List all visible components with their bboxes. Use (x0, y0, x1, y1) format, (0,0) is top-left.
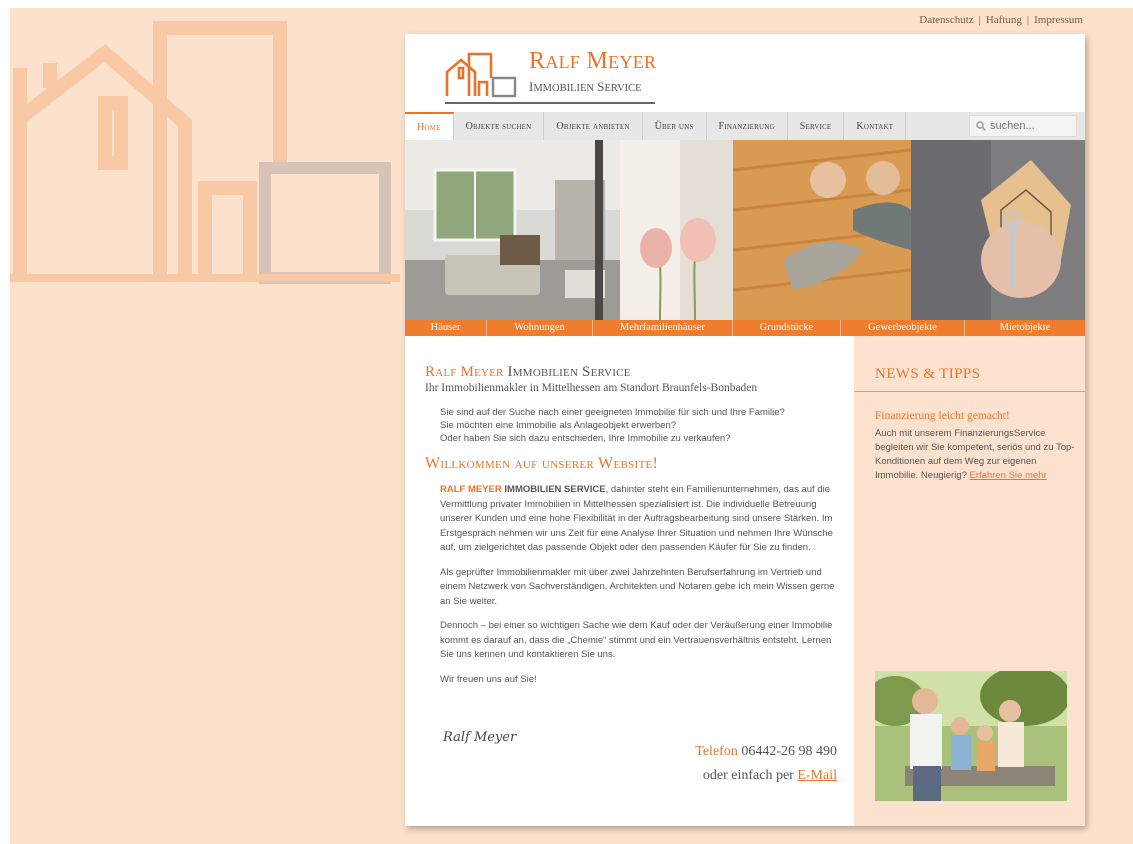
body-text: RALF MEYER IMMOBILIEN SERVICE, dahinter … (440, 483, 840, 687)
nav-home[interactable]: Home (405, 112, 454, 140)
separator: | (978, 14, 981, 26)
main-navigation: Home Objekte suchen Objekte anbieten Übe… (405, 112, 1085, 140)
nav-finanzierung[interactable]: Finanzierung (707, 112, 788, 140)
hero-images (405, 140, 1085, 320)
search-icon (976, 121, 986, 131)
main-content: Ralf Meyer Immobilien Service Ihr Immobi… (425, 364, 845, 697)
logo-underline (445, 102, 655, 104)
email-line: oder einfach per E-Mail (702, 768, 837, 783)
nav-ueber-uns[interactable]: Über uns (643, 112, 707, 140)
category-mietobjekte[interactable]: Mietobjekte (965, 320, 1085, 336)
nav-objekte-anbieten[interactable]: Objekte anbieten (544, 112, 643, 140)
logo-subtitle: IMMOBILIEN SERVICE (529, 79, 642, 94)
logo-house-icon (445, 52, 517, 98)
paragraph: RALF MEYER IMMOBILIEN SERVICE, dahinter … (440, 484, 833, 553)
category-mehrfamilienhaeuser[interactable]: Mehrfamilienhäuser (593, 320, 733, 336)
couple-image (733, 140, 911, 320)
category-bar: Häuser Wohnungen Mehrfamilienhäuser Grun… (405, 320, 1085, 336)
top-links: Datenschutz | Haftung | Impressum (919, 14, 1083, 26)
intro-text: Sie sind auf der Suche nach einer geeign… (440, 406, 845, 445)
search-input[interactable] (990, 120, 1074, 132)
paragraph: Wir freuen uns auf Sie! (440, 673, 537, 685)
link-datenschutz[interactable]: Datenschutz (919, 14, 973, 26)
category-grundstuecke[interactable]: Grundstücke (733, 320, 841, 336)
divider (854, 391, 1085, 392)
flowers-image (620, 140, 733, 320)
news-headline: Finanzierung leicht gemacht! (875, 410, 1010, 422)
living-room-image (405, 140, 620, 320)
news-title: NEWS & TIPPS (875, 366, 981, 382)
intro-line: Sie möchten eine Immobilie als Anlageobj… (440, 420, 677, 431)
nav-objekte-suchen[interactable]: Objekte suchen (454, 112, 545, 140)
intro-line: Oder haben Sie sich dazu entschieden, Ih… (440, 433, 731, 444)
intro-line: Sie sind auf der Suche nach einer geeign… (440, 407, 785, 418)
house-keys-image (911, 140, 1085, 320)
page-title: Ralf Meyer Immobilien Service (425, 364, 631, 380)
read-more-link[interactable]: Erfahren Sie mehr (970, 470, 1047, 481)
contact-info: Telefon 06442-26 98 490 oder einfach per… (677, 740, 837, 788)
page-container: RALF MEYER IMMOBILIEN SERVICE Home Objek… (405, 34, 1085, 826)
logo-brand: RALF MEYER (529, 48, 657, 74)
paragraph: Als geprüfter Immobilienmakler mit über … (440, 566, 835, 607)
category-wohnungen[interactable]: Wohnungen (487, 320, 593, 336)
page-tagline: Ihr Immobilienmakler in Mittelhessen am … (425, 382, 758, 394)
welcome-heading: Willkommen auf unserer Website! (425, 455, 659, 472)
house-outline-decoration (10, 21, 400, 284)
separator: | (1026, 14, 1030, 26)
nav-service[interactable]: Service (788, 112, 845, 140)
email-link[interactable]: E-Mail (797, 768, 837, 783)
search-box[interactable] (969, 115, 1077, 137)
family-photo (875, 671, 1067, 801)
paragraph: Dennoch – bei einer so wichtigen Sache w… (440, 620, 833, 660)
link-impressum[interactable]: Impressum (1034, 14, 1083, 26)
news-text: Auch mit unserem FinanzierungsService be… (875, 428, 1075, 481)
sidebar: NEWS & TIPPS Finanzierung leicht gemacht… (854, 336, 1085, 826)
signature: Ralf Meyer (443, 730, 517, 745)
category-haeuser[interactable]: Häuser (405, 320, 487, 336)
nav-kontakt[interactable]: Kontakt (844, 112, 907, 140)
link-haftung[interactable]: Haftung (986, 14, 1022, 26)
phone-line: Telefon 06442-26 98 490 (695, 744, 837, 759)
category-gewerbeobjekte[interactable]: Gewerbeobjekte (841, 320, 965, 336)
logo[interactable]: RALF MEYER IMMOBILIEN SERVICE (443, 46, 658, 106)
